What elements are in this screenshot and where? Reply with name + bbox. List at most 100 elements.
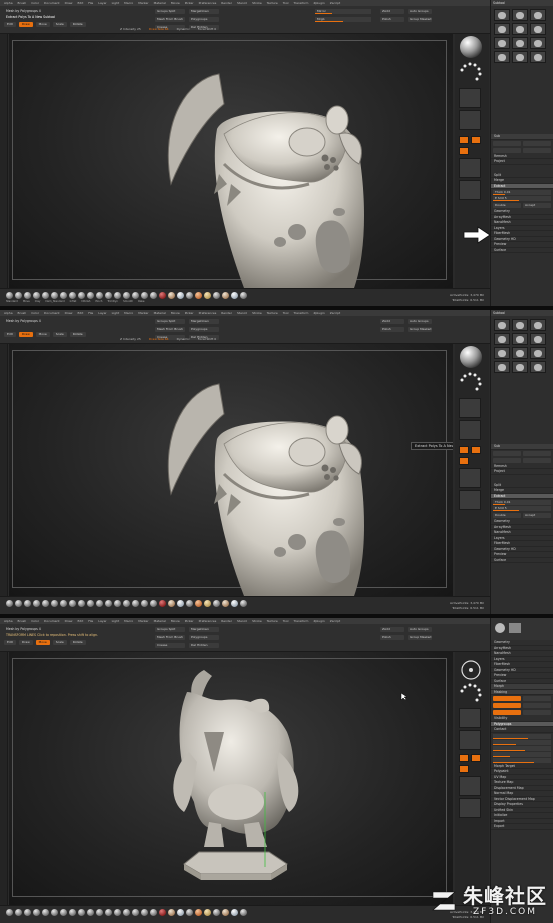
menu-item-transform[interactable]: Transform bbox=[294, 311, 309, 315]
brush-planar[interactable] bbox=[114, 292, 121, 299]
orange-button[interactable] bbox=[493, 696, 521, 701]
subtool-thumb[interactable] bbox=[494, 347, 510, 359]
slider[interactable] bbox=[493, 739, 551, 745]
brush-ball[interactable] bbox=[42, 909, 49, 916]
brush-ball[interactable] bbox=[60, 600, 67, 607]
local-button[interactable] bbox=[459, 147, 469, 155]
brush-smooth[interactable] bbox=[78, 292, 85, 299]
brush-ball[interactable] bbox=[141, 600, 148, 607]
brush-snake[interactable] bbox=[96, 292, 103, 299]
subtool-thumb[interactable] bbox=[512, 51, 528, 63]
menu-item-edit[interactable]: Edit bbox=[77, 1, 83, 5]
subtool-thumb[interactable] bbox=[494, 23, 510, 35]
material-gold[interactable] bbox=[204, 909, 211, 916]
material-red[interactable] bbox=[159, 600, 166, 607]
brush-curve[interactable] bbox=[123, 292, 130, 299]
brush-insert[interactable] bbox=[132, 292, 139, 299]
del-hidden-button[interactable]: Del Hidden bbox=[189, 643, 219, 648]
esmt-slider[interactable]: E Smt 5 bbox=[493, 196, 551, 201]
panel-item-contact[interactable]: Contact bbox=[491, 727, 553, 733]
menu-item-draw[interactable]: Draw bbox=[65, 1, 73, 5]
mini-button[interactable] bbox=[523, 710, 551, 715]
mini-button[interactable] bbox=[493, 147, 521, 153]
rotate-dots-icon[interactable] bbox=[458, 61, 484, 85]
zadd-button[interactable]: ZAdd bbox=[380, 627, 404, 632]
frame-button[interactable] bbox=[459, 708, 481, 728]
dynamic-toggle[interactable]: Dynamic bbox=[177, 27, 190, 31]
draw-size[interactable]: Draw Size 64 bbox=[149, 27, 169, 31]
menu-item-zplugin[interactable]: Zplugin bbox=[313, 1, 324, 5]
dynamic-toggle[interactable]: Dynamic bbox=[177, 337, 190, 341]
rotate-view-button[interactable] bbox=[459, 490, 481, 510]
auto-groups-button[interactable]: Auto Groups bbox=[408, 319, 432, 324]
orbit-dots-icon[interactable] bbox=[458, 682, 484, 706]
menu-item-preferences[interactable]: Preferences bbox=[199, 619, 217, 623]
zadd-intensity[interactable]: Z Intensity 25 bbox=[120, 337, 141, 341]
brush-ball[interactable] bbox=[78, 909, 85, 916]
menu-item-alpha[interactable]: Alpha bbox=[4, 619, 13, 623]
menu-item-movie[interactable]: Movie bbox=[171, 1, 180, 5]
subtool-thumb[interactable] bbox=[494, 37, 510, 49]
rotate-view-button[interactable] bbox=[459, 180, 481, 200]
brush-clay[interactable] bbox=[24, 292, 31, 299]
panel-item-extract[interactable]: Extract bbox=[491, 493, 553, 499]
focal-shift[interactable]: Focal Shift 0 bbox=[198, 27, 216, 31]
menu-item-texture[interactable]: Texture bbox=[267, 311, 278, 315]
menu-item-material[interactable]: Material bbox=[154, 311, 166, 315]
menu-item-draw[interactable]: Draw bbox=[65, 311, 73, 315]
rotate-button[interactable]: Rotate bbox=[69, 332, 86, 337]
slider[interactable] bbox=[493, 751, 551, 757]
double-button[interactable]: Double bbox=[493, 513, 521, 518]
material-gray[interactable] bbox=[213, 600, 220, 607]
subtool-thumb[interactable] bbox=[512, 9, 528, 21]
edit-button[interactable]: Edit bbox=[4, 332, 16, 337]
brush-ball[interactable] bbox=[150, 600, 157, 607]
panel-item-surface[interactable]: Surface bbox=[491, 558, 553, 563]
material-gray[interactable] bbox=[213, 909, 220, 916]
menu-item-material[interactable]: Material bbox=[154, 619, 166, 623]
auto-groups-button[interactable]: Auto Groups bbox=[408, 627, 432, 632]
mini-button[interactable] bbox=[493, 457, 521, 463]
menu-item-transform[interactable]: Transform bbox=[294, 619, 309, 623]
menu-item-zplugin[interactable]: Zplugin bbox=[313, 311, 324, 315]
tool-thumb[interactable] bbox=[509, 623, 521, 633]
material-skin[interactable] bbox=[168, 600, 175, 607]
material-basic[interactable] bbox=[177, 600, 184, 607]
subtool-thumb[interactable] bbox=[512, 361, 528, 373]
menu-item-file[interactable]: File bbox=[88, 1, 93, 5]
mergedown-button[interactable]: MergeDown bbox=[189, 319, 219, 324]
brush-ball[interactable] bbox=[60, 909, 67, 916]
rotate-dots-icon[interactable] bbox=[458, 658, 484, 682]
mini-button[interactable] bbox=[523, 147, 551, 153]
zadd-intensity[interactable]: Z Intensity 25 bbox=[120, 27, 141, 31]
zadd-button[interactable]: ZAdd bbox=[380, 319, 404, 324]
group-masked-button[interactable]: Group Masked bbox=[408, 635, 432, 640]
menu-item-light[interactable]: Light bbox=[112, 619, 120, 623]
subtool-thumb[interactable] bbox=[512, 347, 528, 359]
brush-ball[interactable] bbox=[15, 909, 22, 916]
subtool-thumb[interactable] bbox=[512, 23, 528, 35]
menu-item-document[interactable]: Document bbox=[44, 311, 60, 315]
material-clay[interactable] bbox=[222, 909, 229, 916]
brush-ball[interactable] bbox=[42, 600, 49, 607]
viewport[interactable] bbox=[9, 652, 453, 905]
groups-split-button[interactable]: Groups Split bbox=[155, 9, 185, 14]
menu-item-picker[interactable]: Picker bbox=[185, 619, 194, 623]
brush-mask[interactable] bbox=[141, 292, 148, 299]
groups-split-button[interactable]: Groups Split bbox=[155, 627, 185, 632]
brush-ball[interactable] bbox=[51, 600, 58, 607]
orange-button[interactable] bbox=[493, 710, 521, 715]
mesh-from-brush-button[interactable]: Mesh From Brush bbox=[155, 327, 185, 332]
brush-ball[interactable] bbox=[87, 909, 94, 916]
material-clay[interactable] bbox=[222, 292, 229, 299]
polish-button[interactable]: Polish bbox=[380, 327, 404, 332]
draw-button[interactable]: Draw bbox=[18, 640, 33, 645]
local-button[interactable] bbox=[459, 457, 469, 465]
draw-button[interactable]: Draw bbox=[18, 22, 33, 27]
menu-item-movie[interactable]: Movie bbox=[171, 311, 180, 315]
frame-button[interactable] bbox=[459, 398, 481, 418]
mrgb-slider[interactable]: Mrgb bbox=[315, 17, 371, 22]
polish-button[interactable]: Polish bbox=[380, 635, 404, 640]
material-basic[interactable] bbox=[177, 909, 184, 916]
subtool-thumb[interactable] bbox=[494, 51, 510, 63]
